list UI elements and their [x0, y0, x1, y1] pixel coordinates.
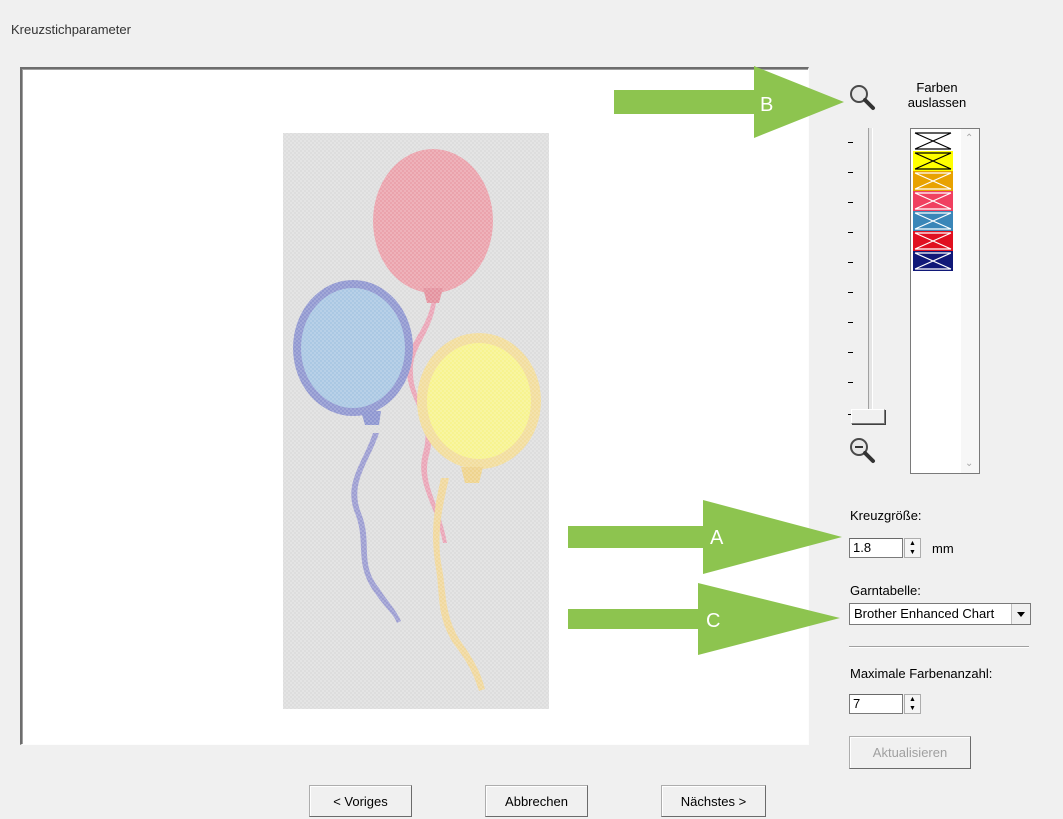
cross-size-label: Kreuzgröße:: [850, 508, 922, 523]
zoom-slider[interactable]: [846, 128, 896, 430]
slider-track: [868, 128, 873, 418]
color-swatch[interactable]: [913, 211, 953, 231]
window-title: Kreuzstichparameter: [11, 22, 131, 37]
color-swatch[interactable]: [913, 231, 953, 251]
skip-colors-label: Farben auslassen: [907, 80, 967, 110]
color-swatch[interactable]: [913, 171, 953, 191]
spin-up-icon[interactable]: ▲: [905, 695, 920, 704]
color-palette-list[interactable]: ⌃ ⌄: [910, 128, 980, 474]
color-swatch[interactable]: [913, 191, 953, 211]
cross-size-input[interactable]: 1.8: [849, 538, 903, 558]
divider: [849, 646, 1029, 648]
spin-down-icon[interactable]: ▼: [905, 704, 920, 713]
callout-arrow-b: B: [614, 66, 844, 138]
zoom-out-icon[interactable]: [848, 436, 876, 464]
slider-thumb[interactable]: [851, 409, 885, 424]
max-colors-spinner[interactable]: ▲ ▼: [904, 694, 921, 714]
thread-chart-dropdown[interactable]: Brother Enhanced Chart: [849, 603, 1031, 625]
color-swatch[interactable]: [913, 251, 953, 271]
chevron-down-icon[interactable]: ⌄: [965, 458, 973, 469]
chevron-down-icon[interactable]: [1011, 604, 1030, 624]
callout-arrow-c: C: [568, 583, 840, 655]
max-colors-input[interactable]: 7: [849, 694, 903, 714]
max-colors-label: Maximale Farbenanzahl:: [850, 666, 993, 681]
thread-chart-label: Garntabelle:: [850, 583, 921, 598]
cross-stitch-pattern-image: [283, 133, 549, 709]
update-button[interactable]: Aktualisieren: [849, 736, 971, 769]
next-button[interactable]: Nächstes >: [661, 785, 766, 817]
callout-label-b: B: [760, 94, 773, 116]
cross-size-spinner[interactable]: ▲ ▼: [904, 538, 921, 558]
callout-arrow-a: A: [568, 500, 842, 574]
cancel-button[interactable]: Abbrechen: [485, 785, 588, 817]
palette-scrollbar[interactable]: ⌃ ⌄: [961, 129, 979, 473]
cross-size-unit: mm: [932, 541, 954, 556]
thread-chart-selected: Brother Enhanced Chart: [854, 606, 995, 621]
callout-label-c: C: [706, 610, 720, 632]
spin-up-icon[interactable]: ▲: [905, 539, 920, 548]
previous-button[interactable]: < Voriges: [309, 785, 412, 817]
spin-down-icon[interactable]: ▼: [905, 548, 920, 557]
color-swatch[interactable]: [913, 131, 953, 151]
chevron-up-icon[interactable]: ⌃: [965, 133, 973, 144]
color-swatch[interactable]: [913, 151, 953, 171]
callout-label-a: A: [710, 527, 724, 549]
